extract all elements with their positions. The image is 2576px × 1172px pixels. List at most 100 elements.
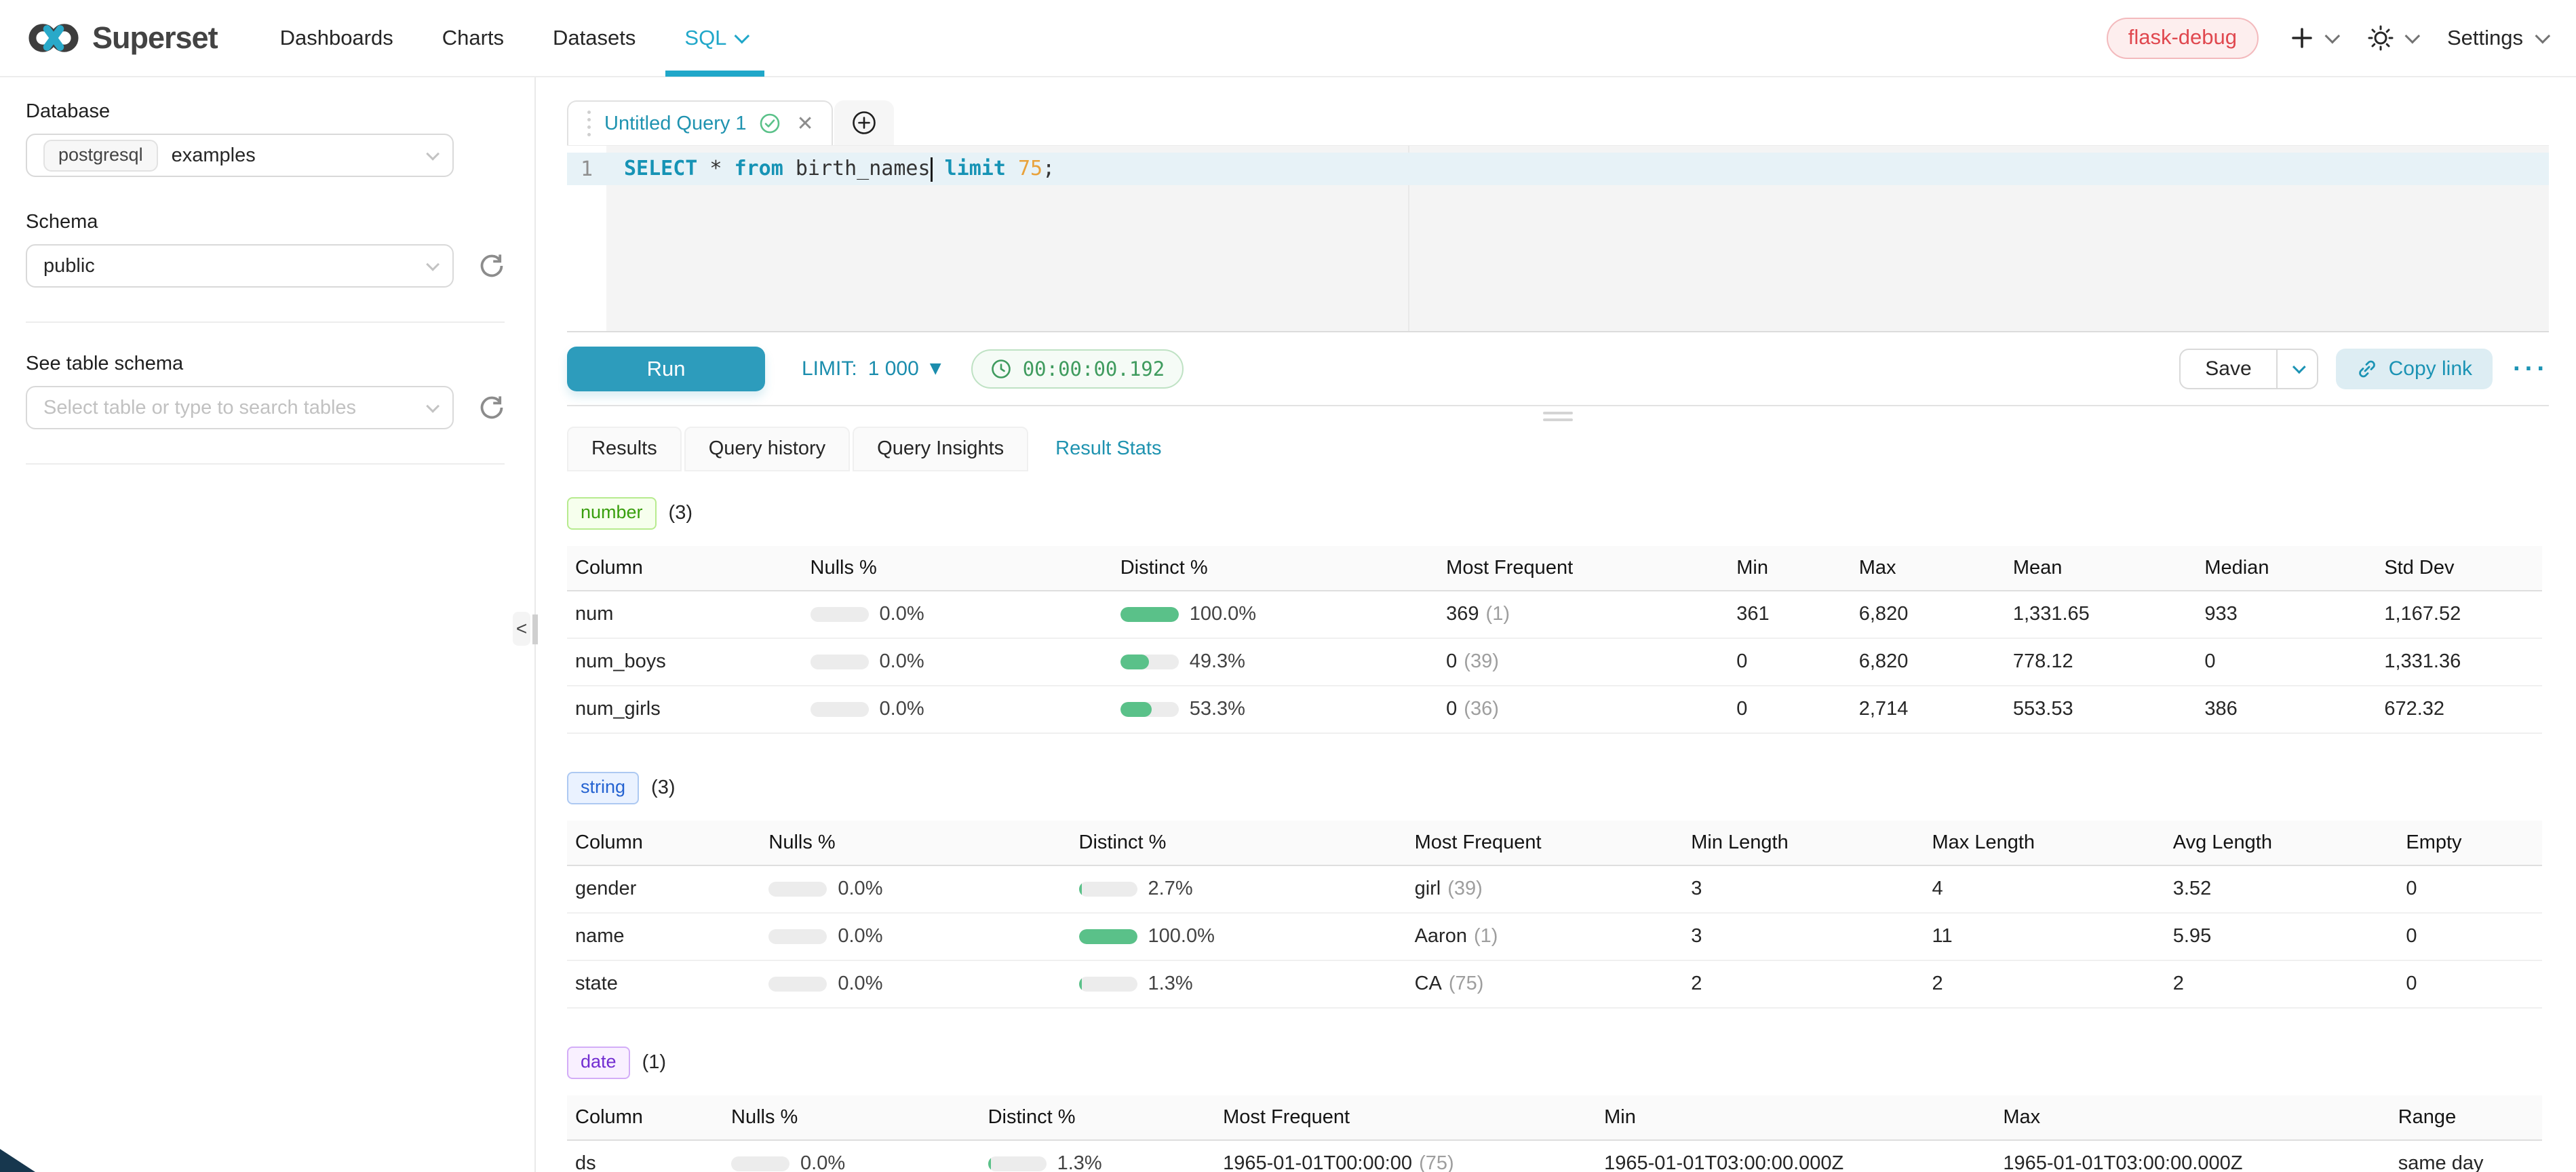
percent-bar: 0.0%	[768, 878, 1061, 900]
column-count: (1)	[642, 1051, 666, 1074]
sql-token-keyword: from	[735, 157, 783, 180]
tab-query-history[interactable]: Query history	[684, 427, 850, 471]
database-select[interactable]: postgresql examples	[26, 134, 454, 177]
distinct-pct-cell: 1.3%	[980, 1140, 1215, 1172]
refresh-tables-button[interactable]	[478, 394, 505, 421]
stats-table-string: ColumnNulls %Distinct %Most FrequentMin …	[567, 821, 2542, 1009]
schema-select[interactable]: public	[26, 244, 454, 288]
chevron-down-icon	[426, 258, 440, 271]
pane-resize-handle[interactable]	[567, 406, 2549, 426]
column-header: Max	[1851, 546, 2005, 591]
percent-label: 0.0%	[800, 1152, 845, 1172]
nav-datasets[interactable]: Datasets	[551, 0, 637, 77]
save-button[interactable]: Save	[2181, 350, 2276, 388]
table-row: num_boys0.0%49.3%0(39)06,820778.1201,331…	[567, 638, 2542, 686]
main-nav: Dashboards Charts Datasets SQL	[256, 0, 770, 77]
tab-query-insights[interactable]: Query Insights	[853, 427, 1028, 471]
column-header: Distinct %	[1112, 546, 1438, 591]
save-split-button: Save	[2179, 349, 2318, 389]
link-icon	[2356, 358, 2378, 380]
stat-cell: 2,714	[1851, 686, 2005, 733]
chevron-down-icon	[2324, 28, 2340, 44]
most-frequent-count: (1)	[1474, 925, 1498, 947]
bar-track	[811, 655, 869, 669]
sql-token-plain: *	[697, 157, 734, 180]
table-row: name0.0%100.0%Aaron(1)3115.950	[567, 913, 2542, 960]
query-tab[interactable]: Untitled Query 1 ✕	[567, 100, 833, 145]
superset-brand[interactable]: Superset	[27, 20, 218, 56]
bar-fill	[1079, 929, 1137, 944]
column-header: Min	[1728, 546, 1851, 591]
percent-label: 53.3%	[1190, 698, 1245, 720]
drag-handle-icon[interactable]	[586, 108, 592, 139]
bar-track	[1120, 702, 1179, 717]
column-header: Min Length	[1683, 821, 1924, 865]
new-item-button[interactable]	[2290, 26, 2336, 50]
nav-charts[interactable]: Charts	[441, 0, 505, 77]
stat-cell: 0	[1728, 686, 1851, 733]
tab-results[interactable]: Results	[567, 427, 682, 471]
percent-bar: 0.0%	[768, 925, 1061, 948]
column-header: Nulls %	[760, 821, 1070, 865]
sql-token-plain	[933, 157, 945, 180]
database-engine-tag: postgresql	[43, 140, 158, 172]
bar-track	[768, 882, 827, 897]
run-button[interactable]: Run	[567, 347, 765, 391]
sql-code-editor[interactable]: 1 SELECT * from birth_names limit 75;	[567, 145, 2549, 332]
save-options-caret[interactable]	[2276, 350, 2317, 388]
nav-sql[interactable]: SQL	[683, 0, 747, 77]
stat-cell: same day	[2390, 1140, 2542, 1172]
column-name-cell: num_girls	[567, 686, 802, 733]
stats-header-row: ColumnNulls %Distinct %Most FrequentMinM…	[567, 1095, 2542, 1140]
table-row: ds0.0%1.3%1965-01-01T00:00:00(75)1965-01…	[567, 1140, 2542, 1172]
more-actions-button[interactable]: ···	[2513, 362, 2549, 376]
bar-track	[811, 607, 869, 622]
table-row: num0.0%100.0%369(1)3616,8201,331.659331,…	[567, 591, 2542, 638]
percent-label: 0.0%	[880, 603, 924, 625]
most-frequent-cell: 0(36)	[1438, 686, 1728, 733]
distinct-pct-cell: 100.0%	[1071, 913, 1407, 960]
collapse-sidebar-button[interactable]: <	[513, 612, 530, 646]
stats-table-date: ColumnNulls %Distinct %Most FrequentMinM…	[567, 1095, 2542, 1172]
column-header: Most Frequent	[1438, 546, 1728, 591]
table-row: num_girls0.0%53.3%0(36)02,714553.5338667…	[567, 686, 2542, 733]
bar-fill	[1120, 702, 1152, 717]
theme-toggle-button[interactable]	[2367, 24, 2416, 52]
distinct-pct-cell: 100.0%	[1112, 591, 1438, 638]
most-frequent-count: (39)	[1447, 878, 1483, 899]
app-header: Superset Dashboards Charts Datasets SQL …	[0, 0, 2576, 77]
column-header: Distinct %	[1071, 821, 1407, 865]
bar-fill	[1079, 977, 1082, 992]
most-frequent-count: (1)	[1486, 603, 1510, 625]
query-tab-title: Untitled Query 1	[604, 113, 747, 135]
stat-cell: 1965-01-01T03:00:00.000Z	[1995, 1140, 2389, 1172]
limit-dropdown[interactable]: LIMIT: 1 000 ▼	[802, 357, 941, 380]
stat-cell: 933	[2196, 591, 2376, 638]
stats-header-row: ColumnNulls %Distinct %Most FrequentMin …	[567, 821, 2542, 865]
column-name-cell: num_boys	[567, 638, 802, 686]
nulls-pct-cell: 0.0%	[802, 638, 1112, 686]
percent-bar: 100.0%	[1120, 603, 1428, 625]
nav-dashboards[interactable]: Dashboards	[279, 0, 395, 77]
distinct-pct-cell: 1.3%	[1071, 960, 1407, 1008]
refresh-schemas-button[interactable]	[478, 252, 505, 279]
database-value: examples	[172, 144, 256, 167]
sql-statement: SELECT * from birth_names limit 75;	[606, 157, 1055, 182]
percent-bar: 1.3%	[988, 1152, 1206, 1172]
sql-token-plain: birth_names	[783, 157, 931, 180]
add-tab-button[interactable]	[834, 100, 894, 145]
stat-cell: 6,820	[1851, 591, 2005, 638]
settings-menu[interactable]: Settings	[2447, 26, 2546, 50]
table-select[interactable]: Select table or type to search tables	[26, 386, 454, 429]
distinct-pct-cell: 2.7%	[1071, 865, 1407, 913]
type-tag-string: string	[567, 772, 639, 804]
tab-result-stats[interactable]: Result Stats	[1031, 427, 1186, 471]
distinct-pct-cell: 53.3%	[1112, 686, 1438, 733]
close-tab-icon[interactable]: ✕	[797, 112, 814, 136]
percent-bar: 49.3%	[1120, 650, 1428, 673]
copy-link-button[interactable]: Copy link	[2336, 349, 2493, 389]
bar-track	[768, 929, 827, 944]
editor-toolbar: Run LIMIT: 1 000 ▼ 00:00:00.192 Save	[567, 332, 2549, 406]
stat-cell: 1965-01-01T03:00:00.000Z	[1596, 1140, 1995, 1172]
database-label: Database	[26, 100, 534, 123]
